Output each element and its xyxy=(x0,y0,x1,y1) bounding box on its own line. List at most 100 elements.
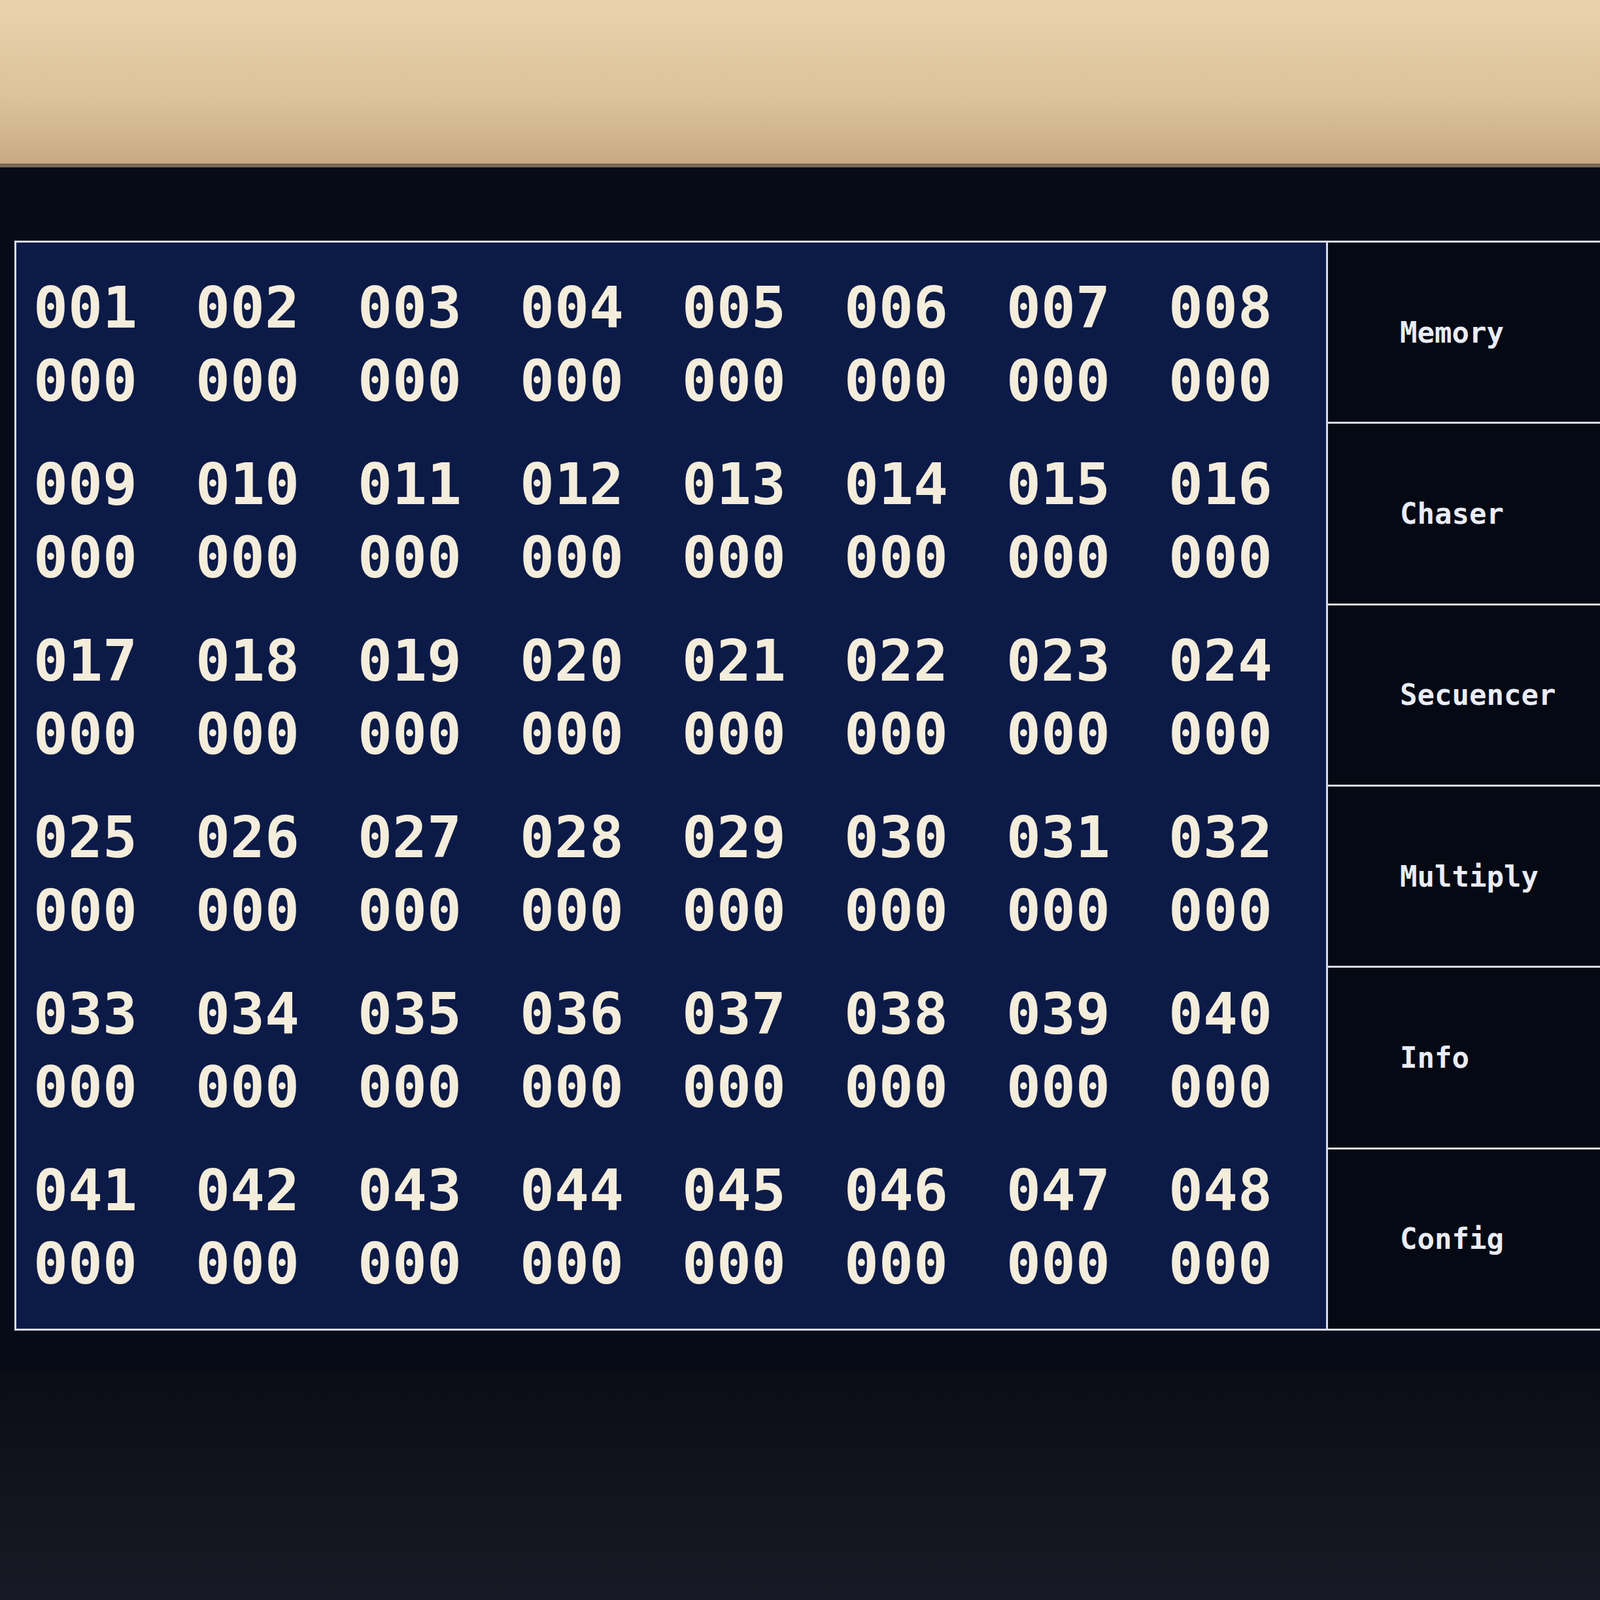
channel-cell[interactable]: 041000 xyxy=(33,1154,196,1301)
channel-number: 044 xyxy=(519,1154,682,1228)
channel-value: 000 xyxy=(1006,1227,1169,1301)
channel-value: 000 xyxy=(33,874,196,948)
channel-number: 019 xyxy=(357,624,520,698)
channel-value: 000 xyxy=(1006,1050,1169,1124)
channel-cell[interactable]: 032000 xyxy=(1168,800,1331,948)
channel-cell[interactable]: 003000 xyxy=(357,271,520,418)
channel-cell[interactable]: 035000 xyxy=(357,977,520,1124)
menu-sidebar: MemoryChaserSecuencerMultiplyInfoConfig xyxy=(1326,242,1600,1329)
channel-value: 000 xyxy=(681,697,845,771)
menu-button[interactable]: Config xyxy=(1327,1149,1600,1329)
breadboard-top xyxy=(0,0,1600,168)
channel-number: 003 xyxy=(357,271,520,345)
channel-cell[interactable]: 048000 xyxy=(1168,1154,1331,1301)
channel-number: 026 xyxy=(195,800,358,875)
channel-cell[interactable]: 043000 xyxy=(357,1154,520,1301)
channel-cell[interactable]: 047000 xyxy=(1006,1154,1169,1301)
menu-button[interactable]: Secuencer xyxy=(1327,605,1600,787)
channel-cell[interactable]: 016000 xyxy=(1168,447,1331,595)
channel-cell[interactable]: 019000 xyxy=(357,624,520,771)
channel-cell[interactable]: 017000 xyxy=(33,624,196,771)
channel-cell[interactable]: 002000 xyxy=(195,271,358,418)
channel-number: 005 xyxy=(681,271,845,345)
channel-value: 000 xyxy=(681,344,845,418)
channel-cell[interactable]: 038000 xyxy=(844,977,1007,1124)
channel-cell[interactable]: 036000 xyxy=(519,977,682,1124)
channel-cell[interactable]: 020000 xyxy=(519,624,682,771)
channel-cell[interactable]: 009000 xyxy=(33,447,196,595)
channel-cell[interactable]: 025000 xyxy=(33,800,196,948)
channel-cell[interactable]: 015000 xyxy=(1006,447,1169,595)
channel-cell[interactable]: 037000 xyxy=(681,977,845,1124)
channel-number: 015 xyxy=(1006,447,1169,522)
menu-button[interactable]: Info xyxy=(1327,967,1600,1149)
channel-value: 000 xyxy=(681,1227,845,1301)
channel-number: 028 xyxy=(519,800,682,875)
channel-cell[interactable]: 007000 xyxy=(1006,271,1169,418)
channel-number: 035 xyxy=(357,977,520,1051)
channel-cell[interactable]: 028000 xyxy=(519,800,682,948)
menu-button[interactable]: Chaser xyxy=(1327,423,1600,605)
channel-number: 013 xyxy=(681,447,845,522)
channel-cell[interactable]: 030000 xyxy=(844,800,1007,948)
menu-button[interactable]: Multiply xyxy=(1327,786,1600,968)
channel-cell[interactable]: 046000 xyxy=(844,1154,1007,1301)
channel-value: 000 xyxy=(357,874,520,948)
channel-cell[interactable]: 010000 xyxy=(195,447,358,595)
channel-value: 000 xyxy=(33,521,196,595)
channel-number: 004 xyxy=(519,271,682,345)
channel-cell[interactable]: 011000 xyxy=(357,447,520,595)
channel-value: 000 xyxy=(1006,344,1169,418)
channel-value: 000 xyxy=(1006,521,1169,595)
channel-number: 020 xyxy=(519,624,682,698)
channel-cell[interactable]: 008000 xyxy=(1168,271,1331,418)
channel-cell[interactable]: 044000 xyxy=(519,1154,682,1301)
channel-cell[interactable]: 034000 xyxy=(195,977,358,1124)
channel-cell[interactable]: 042000 xyxy=(195,1154,358,1301)
channel-number: 002 xyxy=(195,271,358,345)
channel-value: 000 xyxy=(195,521,358,595)
channel-cell[interactable]: 045000 xyxy=(681,1154,845,1301)
channel-value: 000 xyxy=(844,344,1007,418)
channel-cell[interactable]: 021000 xyxy=(681,624,845,771)
channel-cell[interactable]: 031000 xyxy=(1006,800,1169,948)
channel-cell[interactable]: 024000 xyxy=(1168,624,1331,771)
channel-cell[interactable]: 006000 xyxy=(844,271,1007,418)
channel-cell[interactable]: 029000 xyxy=(681,800,845,948)
channel-cell[interactable]: 023000 xyxy=(1006,624,1169,771)
channel-cell[interactable]: 012000 xyxy=(519,447,682,595)
channel-cell[interactable]: 014000 xyxy=(844,447,1007,595)
channel-number: 034 xyxy=(195,977,358,1051)
channel-value: 000 xyxy=(195,874,358,948)
channel-number: 017 xyxy=(33,624,196,698)
channel-value: 000 xyxy=(357,1050,520,1124)
channel-value: 000 xyxy=(681,874,845,948)
channel-cell[interactable]: 001000 xyxy=(33,271,196,418)
channel-cell[interactable]: 018000 xyxy=(195,624,358,771)
channel-value: 000 xyxy=(33,344,196,418)
channel-cell[interactable]: 005000 xyxy=(681,271,845,418)
channel-number: 045 xyxy=(681,1154,845,1228)
channel-cell[interactable]: 026000 xyxy=(195,800,358,948)
channel-number: 048 xyxy=(1168,1154,1331,1228)
channel-number: 025 xyxy=(33,800,196,875)
menu-button[interactable]: Memory xyxy=(1327,242,1600,424)
channel-value: 000 xyxy=(357,344,520,418)
channel-value: 000 xyxy=(1168,344,1331,418)
channel-cell[interactable]: 039000 xyxy=(1006,977,1169,1124)
channel-cell[interactable]: 027000 xyxy=(357,800,520,948)
channel-value: 000 xyxy=(33,1050,196,1124)
channel-cell[interactable]: 004000 xyxy=(519,271,682,418)
channel-value: 000 xyxy=(1006,697,1169,771)
channel-cell[interactable]: 013000 xyxy=(681,447,845,595)
channel-value: 000 xyxy=(33,1227,196,1301)
channel-cell[interactable]: 040000 xyxy=(1168,977,1331,1124)
channel-value: 000 xyxy=(1168,1227,1331,1301)
channel-number: 007 xyxy=(1006,271,1169,345)
channel-value: 000 xyxy=(33,697,196,771)
channel-cell[interactable]: 033000 xyxy=(33,977,196,1124)
channel-number: 030 xyxy=(844,800,1007,875)
channel-cell[interactable]: 022000 xyxy=(844,624,1007,771)
channel-number: 047 xyxy=(1006,1154,1169,1228)
channel-number: 009 xyxy=(33,447,196,522)
